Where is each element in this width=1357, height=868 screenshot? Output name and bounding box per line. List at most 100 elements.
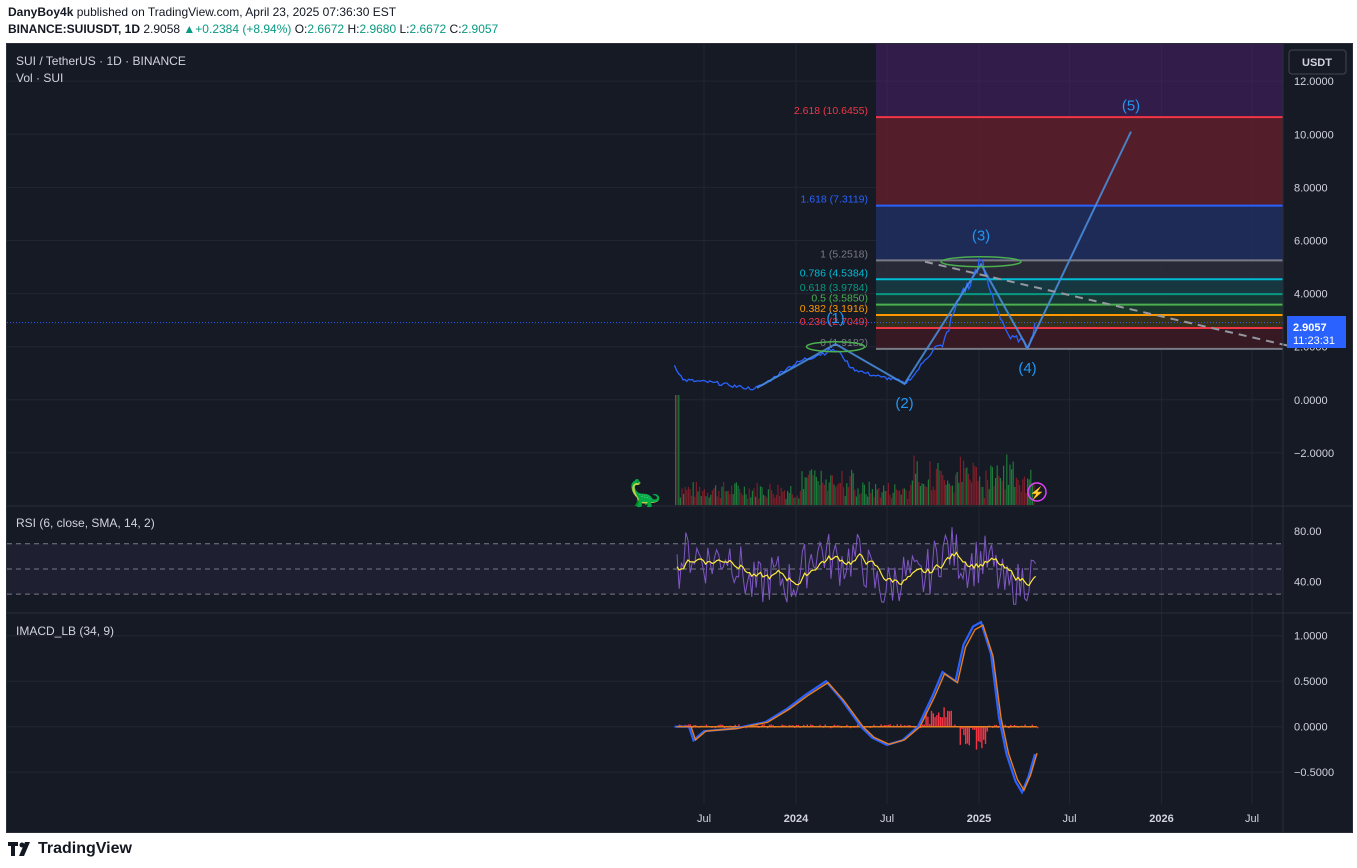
- volume-bar: [950, 485, 952, 505]
- volume-bar: [988, 489, 990, 505]
- macd-histogram-bar: [959, 726, 961, 745]
- volume-bar: [822, 482, 824, 505]
- volume-bar: [878, 488, 880, 505]
- volume-bar: [860, 493, 862, 505]
- symbol-label: BINANCE:SUIUSDT, 1D: [8, 22, 141, 36]
- volume-bar: [963, 460, 965, 505]
- volume-bar: [991, 467, 993, 505]
- volume-bar: [835, 487, 837, 505]
- wave-label: (4): [1018, 360, 1036, 377]
- low-value: 2.6672: [409, 22, 447, 36]
- chart-svg[interactable]: 2.618 (10.6455) 1.618 (7.3119) 1 (5.2518) 0…: [7, 44, 1352, 832]
- volume-bar: [867, 496, 869, 505]
- volume-bar: [1022, 479, 1024, 505]
- volume-bar: [959, 456, 961, 505]
- brand-label: TradingView: [38, 840, 132, 857]
- volume-bar: [841, 471, 843, 505]
- volume-bar: [695, 481, 697, 505]
- volume-bar: [889, 494, 891, 505]
- volume-bar: [923, 483, 925, 505]
- volume-bar: [707, 492, 709, 505]
- volume-bar: [870, 492, 872, 505]
- macd-histogram-bar: [938, 712, 940, 728]
- volume-bar: [788, 492, 790, 505]
- volume-bar: [699, 486, 701, 505]
- currency-label: USDT: [1302, 57, 1332, 69]
- macd-histogram-bar: [932, 713, 934, 728]
- volume-bar: [748, 488, 750, 505]
- volume-bar: [839, 483, 841, 505]
- macd-histogram-bar: [968, 726, 970, 746]
- volume-bar: [939, 470, 941, 505]
- volume-bar: [926, 487, 928, 505]
- fib-retracement[interactable]: 2.618 (10.6455) 1.618 (7.3119) 1 (5.2518) 0…: [794, 44, 1283, 350]
- fib-level-label: 2.618 (10.6455): [794, 105, 868, 117]
- volume-bar: [979, 476, 981, 505]
- macd-histogram-bar: [966, 726, 969, 744]
- volume-bar: [676, 395, 678, 505]
- volume-bar: [817, 481, 819, 505]
- macd-tick-label: 0.0000: [1294, 722, 1328, 734]
- volume-bar: [859, 494, 861, 505]
- fib-level-label: 0 (1.9182): [820, 337, 868, 349]
- volume-bar: [731, 485, 733, 505]
- volume-bar: [975, 466, 977, 505]
- macd-histogram-bar: [945, 717, 947, 728]
- volume-bar: [735, 482, 737, 505]
- macd-histogram-bar: [983, 726, 985, 740]
- volume-bar: [873, 496, 875, 505]
- volume-bar: [967, 473, 969, 505]
- volume-bar: [907, 498, 909, 505]
- rsi-tick-label: 40.00: [1294, 577, 1322, 589]
- volume-bar: [807, 474, 809, 505]
- volume-bar: [799, 491, 801, 505]
- publisher-name[interactable]: DanyBoy4k: [8, 5, 73, 19]
- volume-bar: [953, 492, 955, 505]
- volume-bar: [947, 480, 949, 505]
- volume-bar: [719, 498, 721, 505]
- volume-bar: [894, 484, 896, 505]
- volume-bar: [884, 490, 886, 505]
- volume-bar: [831, 475, 833, 505]
- time-tick-label: Jul: [1062, 813, 1076, 825]
- price-tick-label: 0.0000: [1294, 395, 1328, 407]
- time-tick-label: 2025: [967, 813, 991, 825]
- macd-histogram-bar: [943, 707, 945, 728]
- tradingview-logo[interactable]: TradingView: [8, 840, 132, 858]
- fib-zone: [876, 315, 1283, 328]
- volume-bar: [958, 482, 960, 505]
- volume-bar: [828, 482, 830, 505]
- volume-bar: [972, 462, 974, 505]
- volume-bar: [734, 483, 736, 505]
- volume-bar: [1007, 484, 1009, 505]
- volume-bar: [713, 488, 715, 505]
- volume-bar: [763, 494, 765, 505]
- fib-level-label: 1.618 (7.3119): [800, 194, 868, 206]
- volume-bar: [795, 497, 797, 505]
- volume-bar: [710, 494, 712, 505]
- macd-histogram-bar: [939, 716, 942, 728]
- volume-bar: [927, 479, 929, 505]
- chart-area[interactable]: 2.618 (10.6455) 1.618 (7.3119) 1 (5.2518) 0…: [6, 43, 1353, 833]
- volume-bar: [865, 494, 867, 505]
- fib-zone: [876, 294, 1283, 305]
- volume-bar: [777, 484, 779, 505]
- volume-bar: [803, 489, 805, 505]
- volume-bar: [1009, 464, 1011, 505]
- volume-bar: [775, 494, 777, 505]
- volume-bar: [729, 494, 731, 505]
- macd-title: IMACD_LB (34, 9): [16, 624, 114, 638]
- macd-histogram-bar: [930, 710, 933, 728]
- volume-bar: [863, 484, 865, 505]
- volume-bar: [726, 491, 728, 505]
- macd-histogram-bar: [981, 726, 983, 749]
- volume-bar: [705, 496, 707, 505]
- volume-bar: [791, 494, 793, 505]
- rsi-pane: [7, 527, 1283, 605]
- price-tick-label: 12.0000: [1294, 76, 1334, 88]
- open-value: 2.6672: [307, 22, 345, 36]
- volume-bar: [851, 469, 853, 505]
- volume-bar: [934, 490, 936, 505]
- volume-bar: [798, 498, 800, 505]
- wave-label: (2): [895, 395, 913, 412]
